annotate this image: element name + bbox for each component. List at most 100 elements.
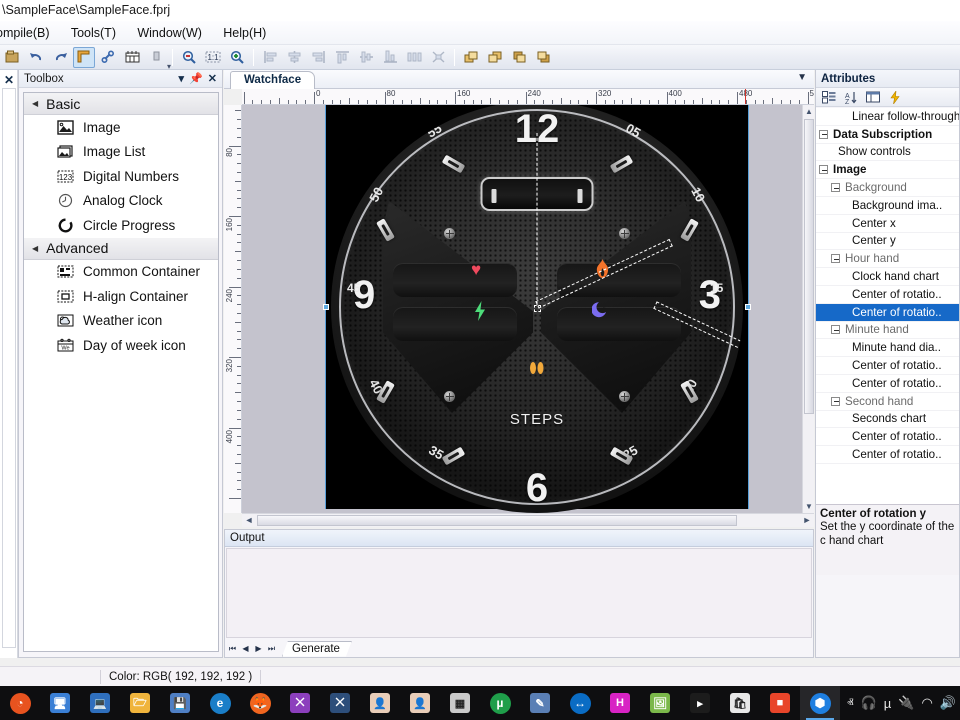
taskbar-network-computer-icon[interactable]: 💻 [80, 686, 120, 720]
design-canvas[interactable]: 12 3 6 9 05 10 15 20 25 35 40 45 50 55 [242, 105, 805, 513]
align-left-icon[interactable] [259, 47, 281, 68]
attributes-list[interactable]: Linear follow-through o.. Data Subscripti… [816, 108, 959, 504]
menu-item-tools[interactable]: Tools(T) [62, 21, 125, 45]
taskbar-start-icon[interactable]: ◔ [0, 686, 40, 720]
taskbar-file-explorer-icon[interactable]: 🗁 [120, 686, 160, 720]
tab-watchface[interactable]: Watchface [230, 71, 316, 89]
attribute-row[interactable]: Seconds chart [816, 411, 959, 429]
taskbar-active-app-icon[interactable]: ⬢ [800, 686, 840, 720]
sort-alphabetical-icon[interactable]: AZ [841, 89, 861, 106]
toolbox-menu-icon[interactable]: ▾ [179, 72, 185, 85]
distribute-horizontal-icon[interactable] [403, 47, 425, 68]
toolbox-item-h-align-container[interactable]: H-align Container [24, 284, 218, 309]
send-backward-icon[interactable] [532, 47, 554, 68]
canvas-horizontal-scrollbar[interactable]: ◄ ► [242, 513, 814, 527]
taskbar-face-profile-icon[interactable]: 👤 [360, 686, 400, 720]
taskbar-editor-icon[interactable]: ✎ [520, 686, 560, 720]
toolbox-item-circle-progress[interactable]: Circle Progress [24, 213, 218, 238]
chevron-down-icon[interactable]: ▼ [797, 72, 807, 83]
toolbox-item-day-of-week-icon[interactable]: We Day of week icon [24, 333, 218, 358]
bring-to-front-icon[interactable] [460, 47, 482, 68]
attribute-row[interactable]: Show controls [816, 144, 959, 162]
scroll-left-icon[interactable]: ◄ [242, 514, 256, 527]
align-bottom-icon[interactable] [379, 47, 401, 68]
second-hand-selection[interactable] [536, 133, 538, 305]
property-pages-icon[interactable] [863, 89, 883, 106]
selection-handle-right[interactable] [745, 304, 751, 310]
scroll-down-icon[interactable]: ▼ [803, 500, 815, 513]
tray-wifi-icon[interactable]: ◠ [921, 695, 932, 711]
tray-utorrent-icon[interactable]: µ [884, 696, 892, 711]
taskbar-terminal-icon[interactable]: ▸ [680, 686, 720, 720]
toolbox-item-weather-icon[interactable]: Weather icon [24, 308, 218, 333]
attribute-row[interactable]: Background [816, 179, 959, 197]
attribute-row-selected[interactable]: Center of rotatio.. [816, 303, 959, 322]
collapse-expander-icon[interactable] [831, 183, 840, 193]
tray-battery-icon[interactable]: 🔌 [898, 695, 914, 711]
taskbar-vscode-icon[interactable]: ⨉ [320, 686, 360, 720]
align-right-icon[interactable] [307, 47, 329, 68]
collapse-expander-icon[interactable] [831, 325, 840, 335]
hands-center-of-rotation[interactable] [533, 305, 541, 312]
toolbox-item-digital-numbers[interactable]: 123 Digital Numbers [24, 164, 218, 189]
attribute-row[interactable]: Data Subscription [816, 126, 959, 144]
grid-icon[interactable] [121, 47, 143, 68]
prev-page-button[interactable]: ◀ [239, 641, 252, 656]
toolbox-item-common-container[interactable]: Common Container [24, 259, 218, 284]
menu-item-window[interactable]: Window(W) [128, 21, 211, 45]
attribute-row[interactable]: Background ima.. [816, 197, 959, 215]
link-icon[interactable] [97, 47, 119, 68]
attribute-row[interactable]: Center x [816, 215, 959, 233]
toolbox-pin-icon[interactable]: 📌 [189, 72, 203, 85]
events-icon[interactable] [885, 89, 905, 106]
zoom-in-icon[interactable] [226, 47, 248, 68]
taskbar-hex-editor-icon[interactable]: H [600, 686, 640, 720]
zoom-out-icon[interactable] [178, 47, 200, 68]
attribute-row[interactable]: Hour hand [816, 250, 959, 269]
collapse-expander-icon[interactable] [831, 254, 840, 264]
taskbar-utorrent-icon[interactable]: µ [480, 686, 520, 720]
attribute-row[interactable]: Center y [816, 233, 959, 251]
tray-headset-icon[interactable]: 🎧 [861, 695, 877, 711]
first-page-button[interactable]: ⏮ [226, 641, 239, 656]
align-top-icon[interactable] [331, 47, 353, 68]
toolbar-overflow-icon[interactable] [145, 47, 171, 71]
toolbox-group-advanced[interactable]: ◀ Advanced [24, 237, 218, 260]
output-text-area[interactable] [226, 548, 812, 638]
toolbox-item-image[interactable]: Image [24, 115, 218, 140]
select-frame-icon[interactable] [73, 46, 95, 68]
taskbar-save-disk-icon[interactable]: 💾 [160, 686, 200, 720]
redo-icon[interactable] [49, 47, 71, 68]
taskbar-edge-icon[interactable]: e [200, 686, 240, 720]
selection-handle-left[interactable] [323, 304, 329, 310]
collapse-expander-icon[interactable] [819, 165, 828, 175]
taskbar-face-profile-2-icon[interactable]: 👤 [400, 686, 440, 720]
attribute-row[interactable]: Center of rotatio.. [816, 428, 959, 447]
align-center-h-icon[interactable] [283, 47, 305, 68]
open-project-icon[interactable] [1, 47, 23, 68]
taskbar-app-window-icon[interactable]: ▦ [440, 686, 480, 720]
tray-volume-icon[interactable]: 🔊 [940, 695, 956, 711]
next-page-button[interactable]: ▶ [252, 641, 265, 656]
attribute-row[interactable]: Center of rotatio.. [816, 375, 959, 393]
tray-show-hidden-icon[interactable]: ⱏ [847, 695, 853, 711]
collapse-expander-icon[interactable] [819, 129, 828, 139]
menu-item-compile[interactable]: ompile(B) [0, 21, 59, 45]
taskbar-remote-desktop-icon[interactable]: 🖥 [40, 686, 80, 720]
toolbox-item-analog-clock[interactable]: Analog Clock [24, 188, 218, 213]
menu-item-help[interactable]: Help(H) [214, 21, 275, 45]
attribute-row[interactable]: Center of rotatio.. [816, 286, 959, 304]
attribute-row[interactable]: Center of rotatio.. [816, 446, 959, 464]
toolbox-item-image-list[interactable]: Image List [24, 139, 218, 164]
attribute-row[interactable]: Image [816, 161, 959, 180]
attribute-row[interactable]: Center of rotatio.. [816, 357, 959, 375]
collapse-expander-icon[interactable] [831, 396, 840, 406]
attribute-row[interactable]: Linear follow-through o.. [816, 108, 959, 126]
taskbar-media-player-icon[interactable]: ■ [760, 686, 800, 720]
attribute-row[interactable]: Minute hand dia.. [816, 339, 959, 358]
undo-icon[interactable] [25, 47, 47, 68]
scroll-up-icon[interactable]: ▲ [803, 105, 815, 118]
taskbar-image-editor-icon[interactable]: 🖼 [640, 686, 680, 720]
tab-generate[interactable]: Generate [282, 641, 352, 657]
attribute-row[interactable]: Second hand [816, 393, 959, 411]
